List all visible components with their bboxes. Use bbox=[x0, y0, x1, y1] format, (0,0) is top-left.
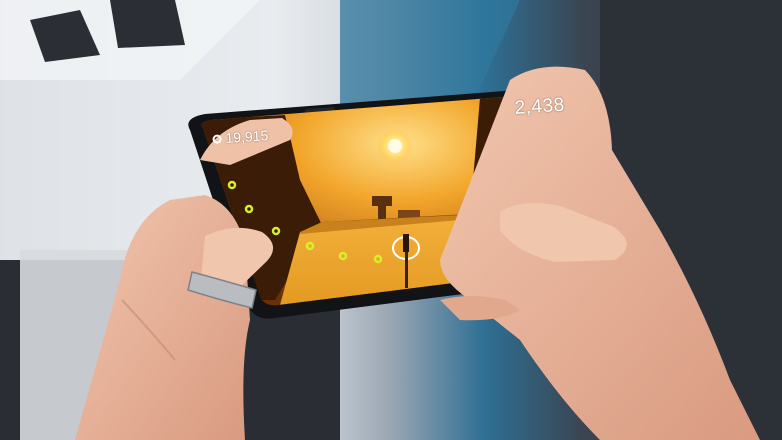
coin-icon bbox=[212, 133, 222, 144]
player-character bbox=[403, 234, 409, 252]
score-display: 2,438 bbox=[514, 94, 566, 119]
coin-count: 19,915 bbox=[224, 127, 269, 147]
photo-scene bbox=[0, 0, 782, 440]
